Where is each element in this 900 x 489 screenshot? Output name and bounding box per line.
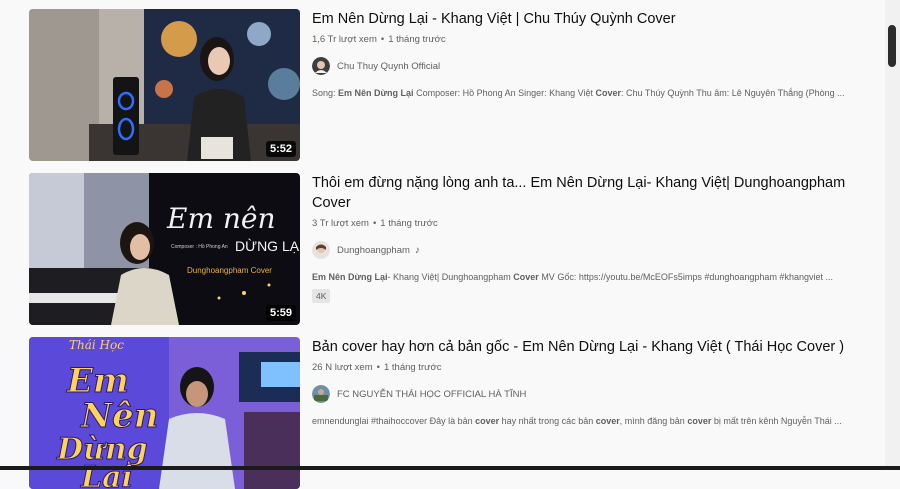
desc-highlight: Em Nên Dừng Lại [312,272,388,282]
desc-text: emnendunglai #thaihoccover Đây là bản [312,416,476,426]
separator-dot: • [376,362,380,373]
desc-text: - Khang Việt| Dunghoangpham [387,272,514,282]
video-info: Em Nên Dừng Lại - Khang Việt | Chu Thúy … [312,9,852,98]
desc-text: MV Gốc: https://youtu.be/McEOFs5imps #du… [538,272,833,282]
video-thumbnail[interactable]: Em nên DỪNG LẠI Composer : Hồ Phong An D… [29,173,300,325]
music-note-icon: ♪ [414,244,420,256]
video-metadata: 3 Tr lượt xem • 1 tháng trước [312,218,852,229]
video-title[interactable]: Em Nên Dừng Lại - Khang Việt | Chu Thúy … [312,9,852,29]
channel-name[interactable]: FC NGUYỄN THÁI HỌC OFFICIAL HÀ TĨNH [337,389,526,400]
desc-text: Song: [312,88,339,98]
channel-avatar[interactable] [312,57,330,75]
thumbnail-title-line: Nên [80,396,158,436]
video-title[interactable]: Thôi em đừng nặng lòng anh ta... Em Nên … [312,173,852,213]
thumbnail-artist-text: Thái Học [69,338,124,352]
thumbnail-composer-text: Composer : Hồ Phong An [171,244,228,250]
video-metadata: 1,6 Tr lượt xem • 1 tháng trước [312,34,852,45]
desc-text: Composer: Hồ Phong An Singer: Khang Việt [413,88,596,98]
video-description: emnendunglai #thaihoccover Đây là bản co… [312,416,852,426]
desc-text: : Chu Thúy Quỳnh Thu âm: Lê Nguyên Thắng… [621,88,845,98]
desc-text: bị mất trên kênh Nguyễn Thái ... [711,416,842,426]
video-info: Thôi em đừng nặng lòng anh ta... Em Nên … [312,173,852,304]
duration-badge: 5:52 [265,141,296,157]
upload-age: 1 tháng trước [388,34,446,45]
view-count: 1,6 Tr lượt xem [312,34,377,45]
video-title[interactable]: Bản cover hay hơn cả bản gốc - Em Nên Dừ… [312,337,852,357]
channel-avatar[interactable] [312,385,330,403]
desc-highlight: Cover [513,272,539,282]
view-count: 26 N lượt xem [312,362,373,373]
desc-highlight: cover [595,416,620,426]
desc-highlight: Cover [595,88,622,98]
desc-text: , mình đăng bản [619,416,688,426]
thumbnail-title-line: Lại [80,460,133,489]
scrollbar-thumb[interactable] [888,25,896,67]
thumbnail-subtitle-text: DỪNG LẠI [235,238,300,254]
video-result: 5:52 Em Nên Dừng Lại - Khang Việt | Chu … [29,9,879,161]
channel-name[interactable]: Chu Thuy Quynh Official [337,61,440,72]
separator-dot: • [372,218,377,229]
video-thumbnail[interactable]: 5:52 [29,9,300,161]
thumbnail-image: Em nên DỪNG LẠI Composer : Hồ Phong An D… [29,173,300,325]
scrollbar[interactable] [885,0,900,470]
quality-badge: 4K [312,289,331,303]
video-info: Bản cover hay hơn cả bản gốc - Em Nên Dừ… [312,337,852,426]
duration-badge: 5:59 [265,305,296,321]
thumbnail-image [29,9,300,161]
upload-age: 1 tháng trước [383,362,442,373]
channel-row: Chu Thuy Quynh Official [312,56,852,76]
video-metadata: 26 N lượt xem • 1 tháng trước [312,362,852,373]
channel-row: FC NGUYỄN THÁI HỌC OFFICIAL HÀ TĨNH [312,384,852,404]
thumbnail-cover-text: Dunghoangpham Cover [187,266,272,275]
upload-age: 1 tháng trước [380,218,438,229]
bottom-edge [0,466,900,470]
desc-highlight: cover [475,416,500,426]
channel-name[interactable]: Dunghoangpham [337,245,410,256]
thumbnail-title-line: Em [66,361,129,401]
desc-highlight: Em Nên Dừng Lại [338,88,414,98]
video-result: Em nên DỪNG LẠI Composer : Hồ Phong An D… [29,173,879,325]
video-description: Song: Em Nên Dừng Lại Composer: Hồ Phong… [312,88,852,98]
thumbnail-title-text: Em nên [166,202,276,235]
desc-highlight: cover [687,416,712,426]
separator-dot: • [380,34,385,45]
desc-text: hay nhất trong các bản [499,416,596,426]
channel-row: Dunghoangpham ♪ [312,240,852,260]
view-count: 3 Tr lượt xem [312,218,369,229]
video-description: Em Nên Dừng Lại- Khang Việt| Dunghoangph… [312,272,852,282]
channel-avatar[interactable] [312,241,330,259]
